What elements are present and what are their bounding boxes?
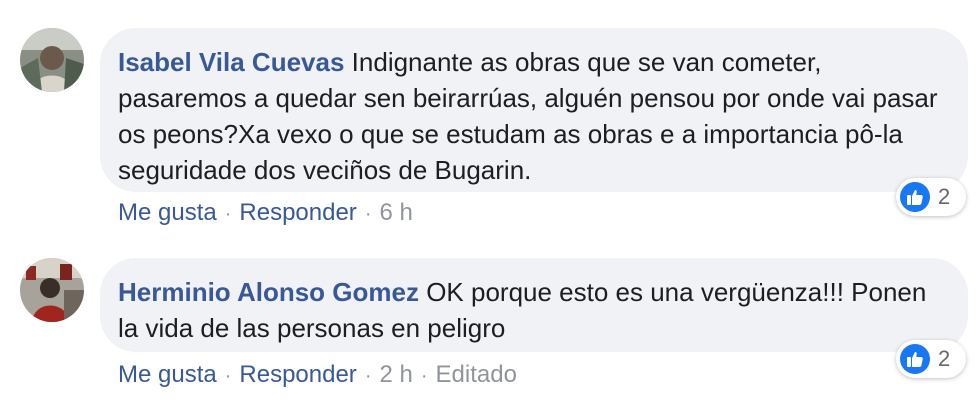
avatar[interactable] bbox=[20, 28, 84, 92]
reaction-count: 2 bbox=[938, 184, 951, 209]
comment-author[interactable]: Isabel Vila Cuevas bbox=[118, 47, 344, 77]
separator: · bbox=[224, 203, 232, 225]
like-button[interactable]: Me gusta bbox=[118, 361, 217, 388]
reply-button[interactable]: Responder bbox=[239, 199, 356, 226]
comment-timestamp[interactable]: 2 h bbox=[379, 361, 412, 388]
reaction-summary[interactable]: 2 bbox=[896, 340, 966, 378]
comment-bubble: Herminio Alonso Gomez OK porque esto es … bbox=[100, 258, 968, 352]
avatar[interactable] bbox=[20, 258, 84, 322]
comment-bubble: Isabel Vila Cuevas Indignante as obras q… bbox=[100, 28, 968, 192]
reaction-summary[interactable]: 2 bbox=[896, 178, 966, 216]
reaction-count: 2 bbox=[938, 346, 951, 371]
reply-button[interactable]: Responder bbox=[239, 361, 356, 388]
comment-actions: Me gusta · Responder · 6 h bbox=[118, 199, 413, 227]
separator: · bbox=[224, 365, 232, 387]
like-icon bbox=[900, 344, 930, 374]
comment-timestamp[interactable]: 6 h bbox=[379, 199, 412, 226]
separator: · bbox=[364, 365, 372, 387]
comment-actions: Me gusta · Responder · 2 h · Editado bbox=[118, 361, 517, 389]
separator: · bbox=[420, 365, 428, 387]
separator: · bbox=[364, 203, 372, 225]
comment-author[interactable]: Herminio Alonso Gomez bbox=[118, 277, 419, 307]
like-icon bbox=[900, 182, 930, 212]
edited-label[interactable]: Editado bbox=[436, 361, 517, 388]
like-button[interactable]: Me gusta bbox=[118, 199, 217, 226]
